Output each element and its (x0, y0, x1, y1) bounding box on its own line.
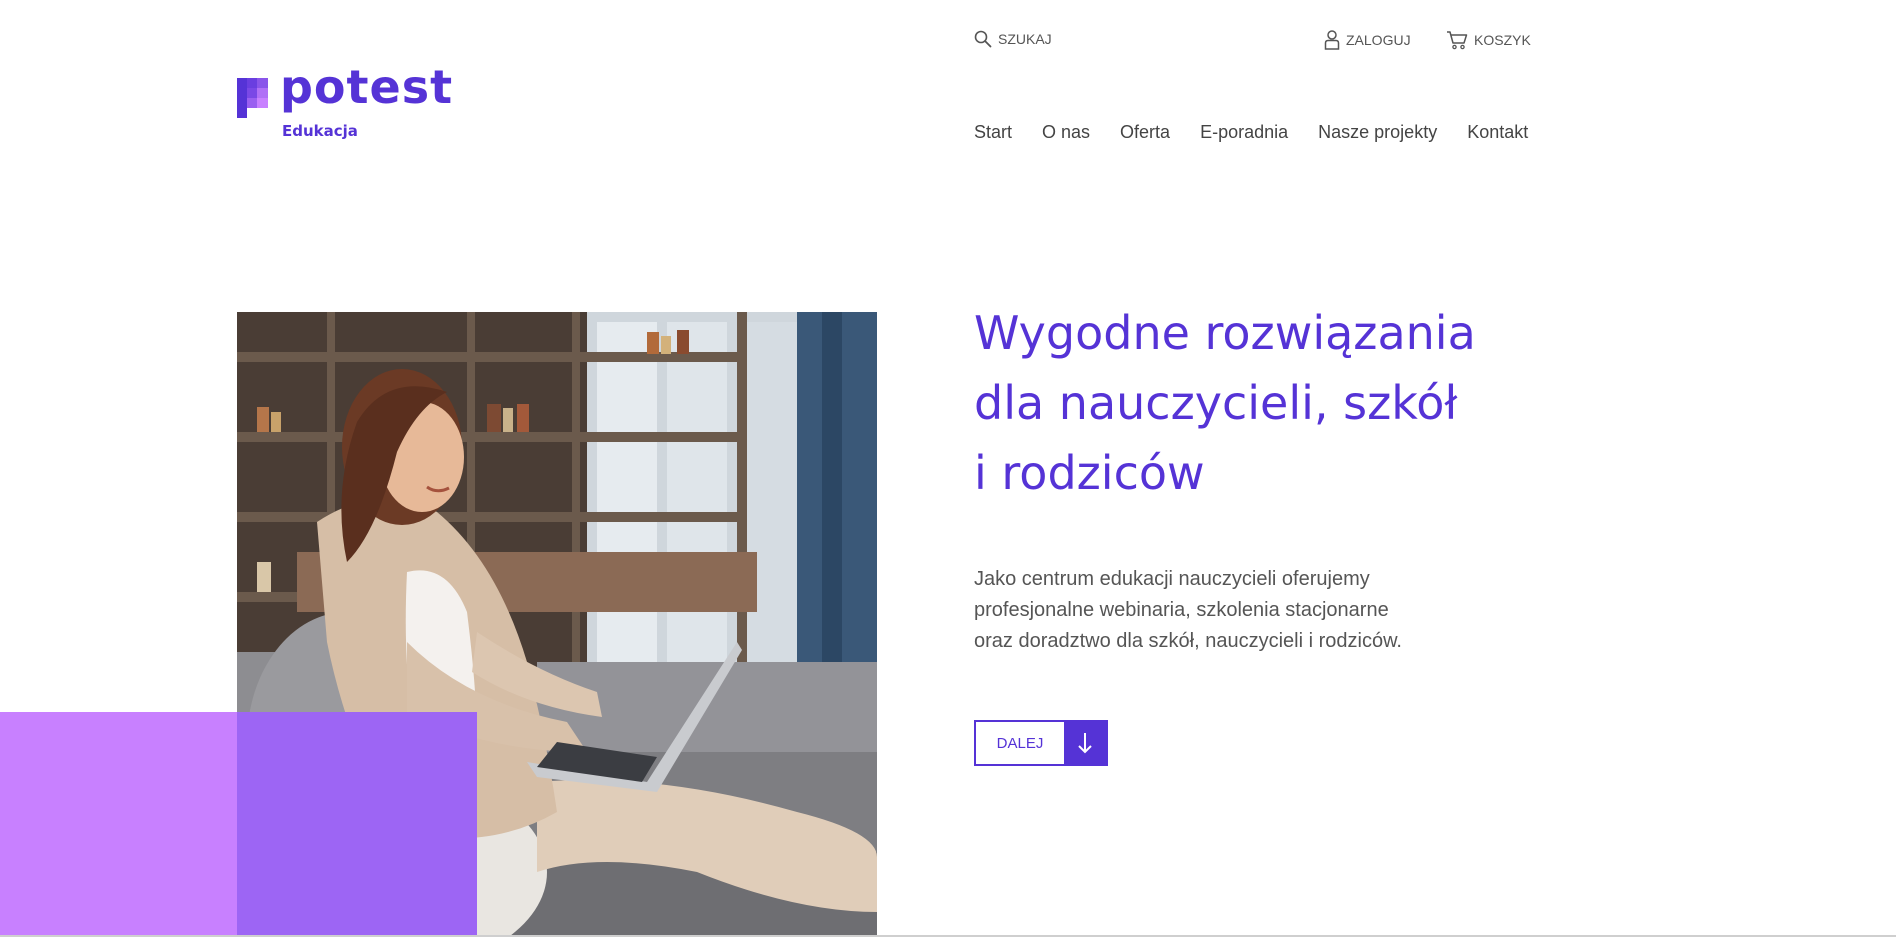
dalej-button[interactable]: DALEJ (974, 720, 1108, 766)
hero-title-line: dla nauczycieli, szkół (974, 376, 1458, 430)
logo-subtitle: Edukacja (282, 122, 358, 140)
search-label: SZUKAJ (998, 31, 1052, 47)
hero-title: Wygodne rozwiązania dla nauczycieli, szk… (974, 298, 1534, 508)
logo-wordmark: potest (280, 60, 454, 114)
cart-icon (1447, 31, 1468, 50)
dalej-label: DALEJ (996, 734, 1044, 752)
nav-item-nasze-projekty[interactable]: Nasze projekty (1318, 122, 1437, 143)
hero-description-line: profesjonalne webinaria, szkolenia stacj… (974, 599, 1389, 621)
cart-button[interactable]: KOSZYK (1446, 30, 1531, 50)
page: potest Edukacja SZUKAJ ZALOGUJ KOSZYK St… (0, 0, 1896, 937)
search-icon (974, 30, 992, 48)
hero-title-line: Wygodne rozwiązania (974, 306, 1476, 360)
hero-description: Jako centrum edukacji nauczycieli oferuj… (974, 564, 1494, 657)
nav-item-e-poradnia[interactable]: E-poradnia (1200, 122, 1288, 143)
cart-label: KOSZYK (1474, 32, 1531, 48)
login-label: ZALOGUJ (1346, 32, 1411, 48)
nav-item-o-nas[interactable]: O nas (1042, 122, 1090, 143)
search-button[interactable]: SZUKAJ (974, 30, 1052, 48)
hero-description-line: Jako centrum edukacji nauczycieli oferuj… (974, 568, 1370, 590)
nav-item-oferta[interactable]: Oferta (1120, 122, 1170, 143)
login-button[interactable]: ZALOGUJ (1324, 30, 1411, 50)
hero-description-line: oraz doradztwo dla szkół, nauczycieli i … (974, 630, 1402, 652)
main-nav: Start O nas Oferta E-poradnia Nasze proj… (974, 122, 1528, 143)
nav-item-kontakt[interactable]: Kontakt (1467, 122, 1528, 143)
nav-item-start[interactable]: Start (974, 122, 1012, 143)
decorative-purple-overlay (237, 712, 477, 937)
arrow-down-icon (1064, 722, 1106, 764)
user-icon (1324, 30, 1340, 50)
hero-title-line: i rodziców (974, 446, 1205, 500)
logo-p-icon (237, 78, 268, 118)
